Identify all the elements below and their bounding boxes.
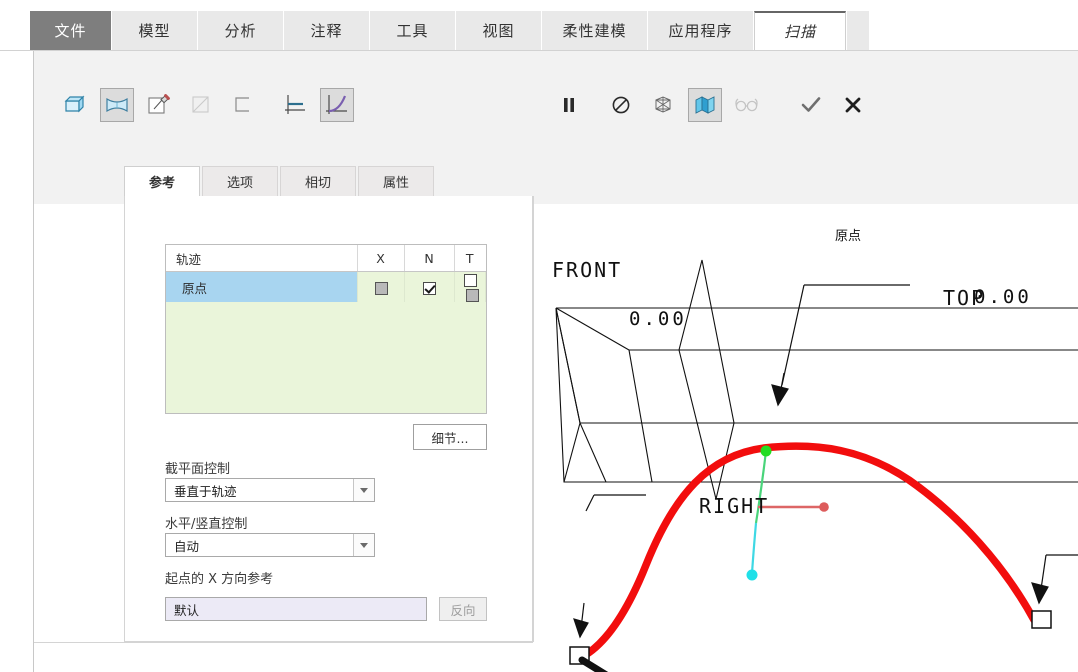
left-vertical-rule xyxy=(33,51,34,672)
section-plane-control-value: 垂直于轨迹 xyxy=(174,483,237,499)
table-row[interactable]: 原点 xyxy=(166,271,486,302)
handle-red-dot xyxy=(819,502,829,512)
tab-file-label: 文件 xyxy=(54,22,87,40)
handle-cyan-dot xyxy=(746,569,758,581)
tab-flexible-modeling-label: 柔性建模 xyxy=(562,22,627,40)
subtab-options[interactable]: 选项 xyxy=(202,166,278,196)
trajectory-table-container[interactable]: 轨迹 X N T 原点 xyxy=(165,244,487,414)
chevron-down-icon-2[interactable] xyxy=(353,534,374,556)
tab-applications[interactable]: 应用程序 xyxy=(648,11,754,50)
datum-plane-left-diamond xyxy=(555,307,607,483)
details-button[interactable]: 细节... xyxy=(413,424,487,450)
column-header-n[interactable]: N xyxy=(404,245,455,272)
trajectory-name-cell[interactable]: 原点 xyxy=(166,271,358,302)
tab-flexible-modeling[interactable]: 柔性建模 xyxy=(542,11,648,50)
t-checkbox[interactable] xyxy=(463,274,477,287)
thicken-sketch-icon[interactable] xyxy=(226,88,260,122)
sweep-direction-arrow[interactable] xyxy=(578,656,644,672)
sweep-trajectory-curve xyxy=(578,442,1038,661)
dimension-left[interactable]: 0.00 xyxy=(629,308,687,330)
handle-green-dot xyxy=(760,445,772,457)
details-button-label: 细节... xyxy=(431,430,469,446)
no-entry-icon[interactable] xyxy=(604,88,638,122)
tab-file[interactable]: 文件 xyxy=(30,11,112,50)
trajectory-table-header-row: 轨迹 X N T xyxy=(166,245,486,272)
tab-sweep[interactable]: 扫描 xyxy=(754,11,846,50)
tab-strip-endcap xyxy=(846,11,869,50)
dashboard-toolbar xyxy=(552,88,870,122)
dimension-leader-left xyxy=(573,494,646,639)
n-checkbox-cell[interactable] xyxy=(404,271,455,302)
subtab-properties-label: 属性 xyxy=(382,176,409,191)
subtab-tangency-label: 相切 xyxy=(304,176,331,191)
subtab-tangency[interactable]: 相切 xyxy=(280,166,356,196)
dashboard-subtab-strip: 参考 选项 相切 属性 xyxy=(124,166,436,196)
subtab-references-label: 参考 xyxy=(148,176,175,191)
origin-callout[interactable]: 原点 xyxy=(835,225,861,244)
subtab-references[interactable]: 参考 xyxy=(124,166,200,196)
section-plane-control-label: 截平面控制 xyxy=(165,462,231,477)
start-x-direction-field[interactable]: 默认 xyxy=(165,597,427,621)
tab-applications-label: 应用程序 xyxy=(668,22,733,40)
shaded-preview-icon[interactable] xyxy=(688,88,722,122)
tab-model-label: 模型 xyxy=(138,22,171,40)
flip-direction-button[interactable]: 反向 xyxy=(439,597,487,621)
panel-bottom-hairline xyxy=(34,642,533,643)
tab-analysis-label: 分析 xyxy=(224,22,257,40)
ribbon-tab-strip: 文件 模型 分析 注释 工具 视图 柔性建模 应用程序 扫描 xyxy=(30,11,869,50)
column-header-x[interactable]: X xyxy=(357,245,405,272)
start-x-direction-label: 起点的 X 方向参考 xyxy=(165,572,274,587)
datum-plane-right[interactable]: RIGHT xyxy=(699,494,769,518)
constant-section-icon[interactable] xyxy=(278,88,312,122)
t-secondary-checkbox[interactable] xyxy=(466,289,479,302)
trajectory-end-handle[interactable] xyxy=(1031,610,1052,629)
datum-plane-lower-outline xyxy=(563,422,1078,483)
horiz-vert-control-dropdown[interactable]: 自动 xyxy=(165,533,375,557)
tab-view-label: 视图 xyxy=(482,22,515,40)
graphics-viewport[interactable]: FRONT RIGHT TOP 原点 0.00 0.00 xyxy=(534,205,1078,672)
origin-leader xyxy=(771,284,910,407)
section-plane-control-dropdown[interactable]: 垂直于轨迹 xyxy=(165,478,375,502)
x-checkbox-cell[interactable] xyxy=(357,271,405,302)
horiz-vert-control-label: 水平/竖直控制 xyxy=(165,517,248,532)
tab-annotate-label: 注释 xyxy=(310,22,343,40)
glasses-preview-icon[interactable] xyxy=(730,88,764,122)
tab-sweep-label: 扫描 xyxy=(783,23,816,41)
datum-plane-front-outline xyxy=(555,307,1078,483)
chevron-down-icon[interactable] xyxy=(353,479,374,501)
tab-analysis[interactable]: 分析 xyxy=(198,11,284,50)
wireframe-preview-icon[interactable] xyxy=(646,88,680,122)
sweep-type-toolbar xyxy=(58,88,354,122)
tab-model[interactable]: 模型 xyxy=(112,11,198,50)
column-header-t[interactable]: T xyxy=(454,245,486,272)
end-leader xyxy=(1031,554,1078,605)
cancel-x-icon[interactable] xyxy=(836,88,870,122)
tab-tools-label: 工具 xyxy=(396,22,429,40)
x-checkbox[interactable] xyxy=(374,281,388,295)
references-panel: 轨迹 X N T 原点 细节... 截平面控制 垂直于轨迹 水平/竖直控制 自动 xyxy=(124,196,533,642)
variable-section-icon[interactable] xyxy=(320,88,354,122)
tab-annotate[interactable]: 注释 xyxy=(284,11,370,50)
column-header-trajectory[interactable]: 轨迹 xyxy=(166,245,358,272)
flip-direction-label: 反向 xyxy=(450,602,476,618)
subtab-options-label: 选项 xyxy=(226,176,253,191)
trajectory-table: 轨迹 X N T 原点 xyxy=(166,245,486,302)
horiz-vert-control-value: 自动 xyxy=(174,538,200,554)
remove-material-icon[interactable] xyxy=(184,88,218,122)
t-checkbox-cell[interactable] xyxy=(454,271,486,302)
solid-icon[interactable] xyxy=(58,88,92,122)
datum-plane-front[interactable]: FRONT xyxy=(552,258,622,282)
ribbon-tab-bar: 文件 模型 分析 注释 工具 视图 柔性建模 应用程序 扫描 xyxy=(0,0,1078,50)
n-checkbox[interactable] xyxy=(423,281,436,295)
subtab-properties[interactable]: 属性 xyxy=(358,166,434,196)
accept-checkmark-icon[interactable] xyxy=(794,88,828,122)
sketch-edit-icon[interactable] xyxy=(142,88,176,122)
pause-icon[interactable] xyxy=(552,88,586,122)
dimension-right[interactable]: 0.00 xyxy=(974,286,1032,308)
tab-tools[interactable]: 工具 xyxy=(370,11,456,50)
tab-view[interactable]: 视图 xyxy=(456,11,542,50)
surface-icon[interactable] xyxy=(100,88,134,122)
